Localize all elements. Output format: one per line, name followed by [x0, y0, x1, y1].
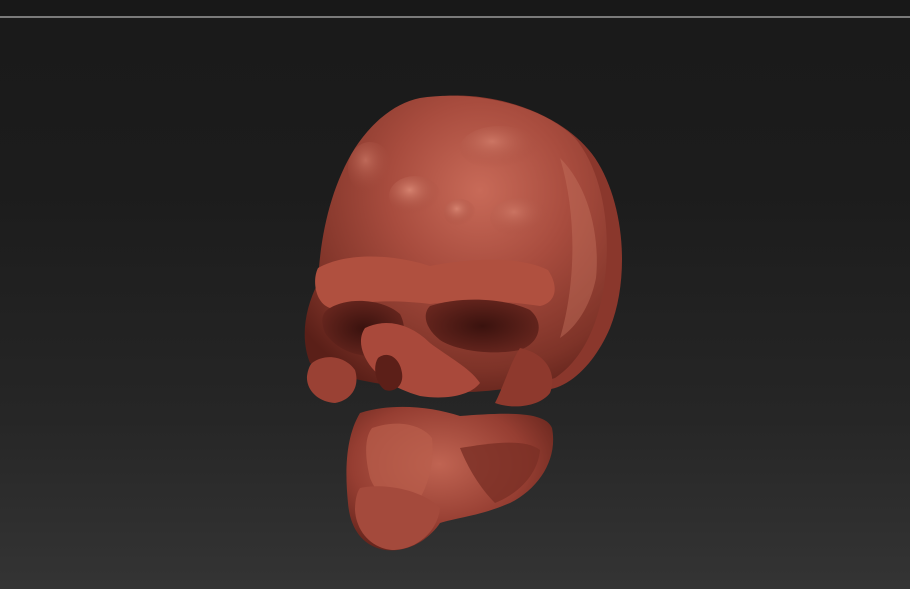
top-toolbar	[0, 0, 910, 17]
zbrush-window	[0, 0, 910, 589]
forehead-bump	[348, 142, 392, 194]
forehead-bump	[389, 176, 441, 216]
forehead-bump	[490, 198, 550, 238]
forehead-bump	[460, 126, 540, 170]
canvas-viewport[interactable]	[0, 18, 910, 589]
skull-model[interactable]	[0, 18, 910, 589]
forehead-bump	[444, 199, 476, 227]
cheek-left	[306, 357, 357, 403]
